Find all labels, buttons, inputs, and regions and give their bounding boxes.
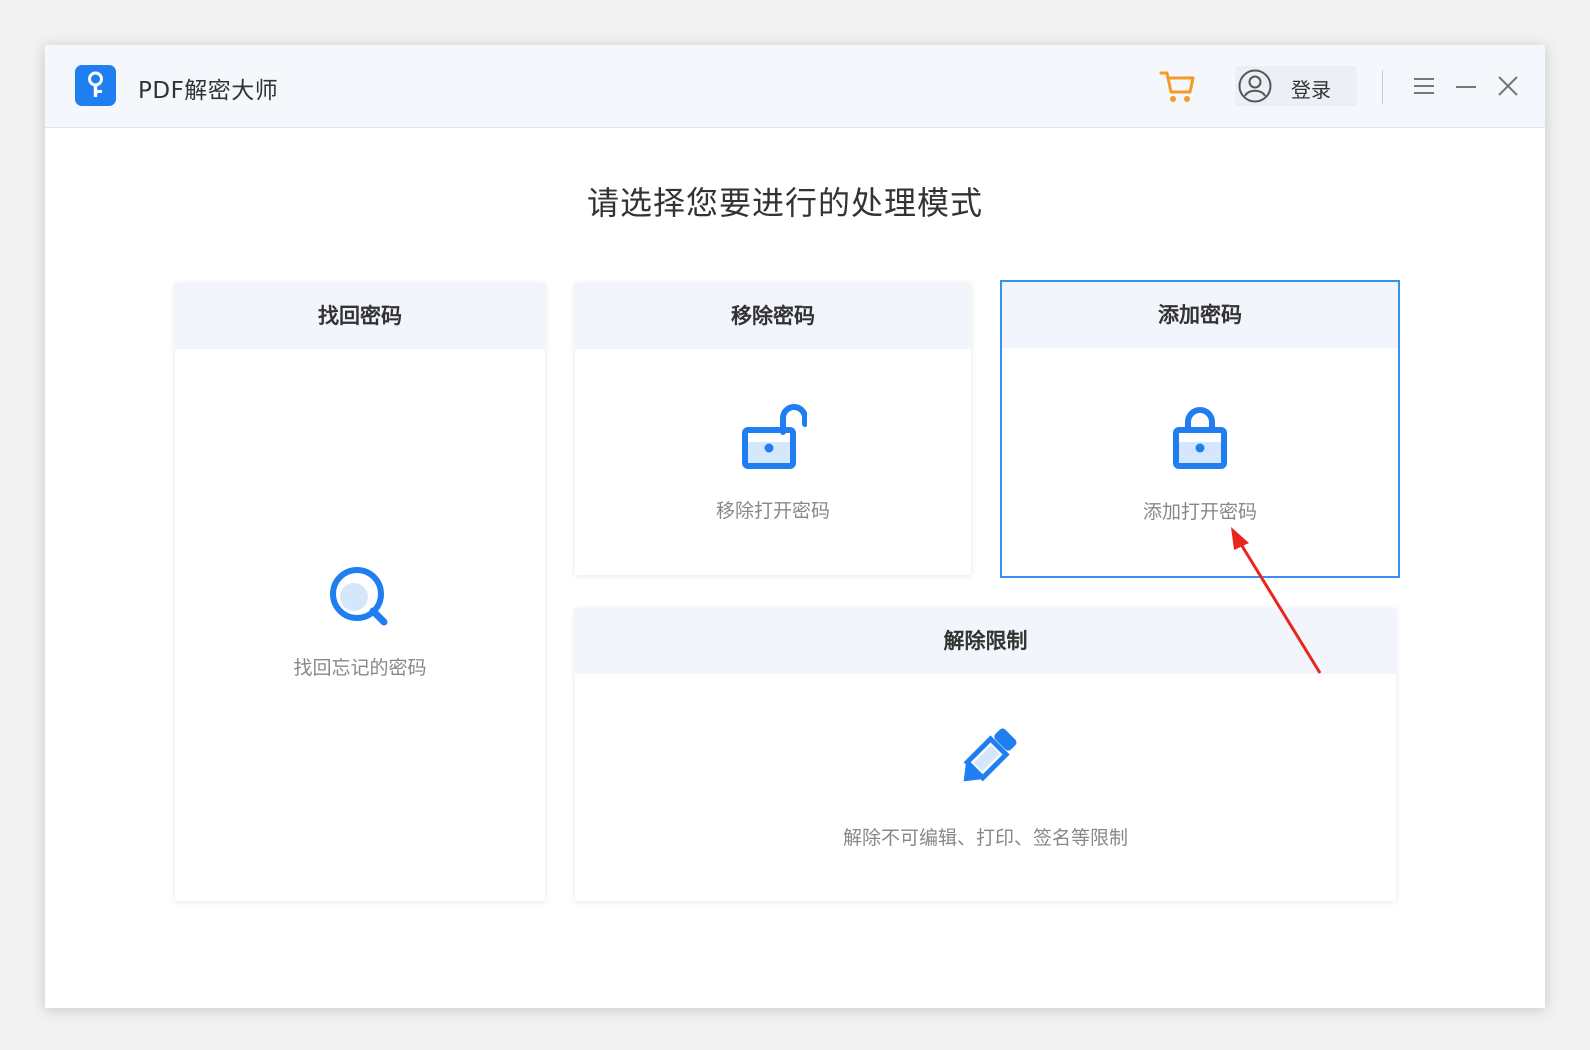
unlocked-padlock-icon [739, 400, 808, 476]
mode-prompt: 请选择您要进行的处理模式 [586, 184, 983, 222]
app-title: PDF解密大师 [138, 78, 279, 104]
magnifier-icon [328, 565, 392, 633]
card-description: 添加打开密码 [1142, 501, 1257, 523]
card-description: 解除不可编辑、打印、签名等限制 [842, 827, 1128, 849]
titlebar-divider [1382, 70, 1383, 104]
pencil-icon [952, 723, 1022, 797]
close-icon[interactable] [1495, 73, 1521, 99]
card-title: 找回密码 [175, 283, 545, 349]
annotation-arrow [1231, 527, 1322, 674]
menu-icon[interactable] [1411, 73, 1437, 99]
padlock-icon [1170, 400, 1230, 476]
cart-icon[interactable] [1158, 67, 1198, 107]
login-button[interactable]: 登录 [1235, 66, 1357, 106]
card-description: 找回忘记的密码 [293, 657, 427, 679]
card-description: 移除打开密码 [715, 500, 830, 522]
remove-password-card[interactable]: 移除密码 移除打开密码 [575, 283, 971, 575]
recover-password-card[interactable]: 找回密码 找回忘记的密码 [175, 283, 545, 901]
minimize-icon[interactable] [1453, 73, 1479, 99]
login-label: 登录 [1291, 78, 1331, 102]
user-avatar-icon [1238, 69, 1272, 103]
title-bar: PDF解密大师 登录 [45, 45, 1545, 128]
app-window: PDF解密大师 登录 请选择您要进行的处理模式 找回密码 找回忘记的密码 移除密… [45, 45, 1545, 1008]
add-password-card[interactable]: 添加密码 添加打开密码 [1000, 280, 1400, 578]
key-icon [75, 65, 116, 106]
card-title: 添加密码 [1002, 282, 1398, 348]
card-title: 移除密码 [575, 283, 971, 349]
